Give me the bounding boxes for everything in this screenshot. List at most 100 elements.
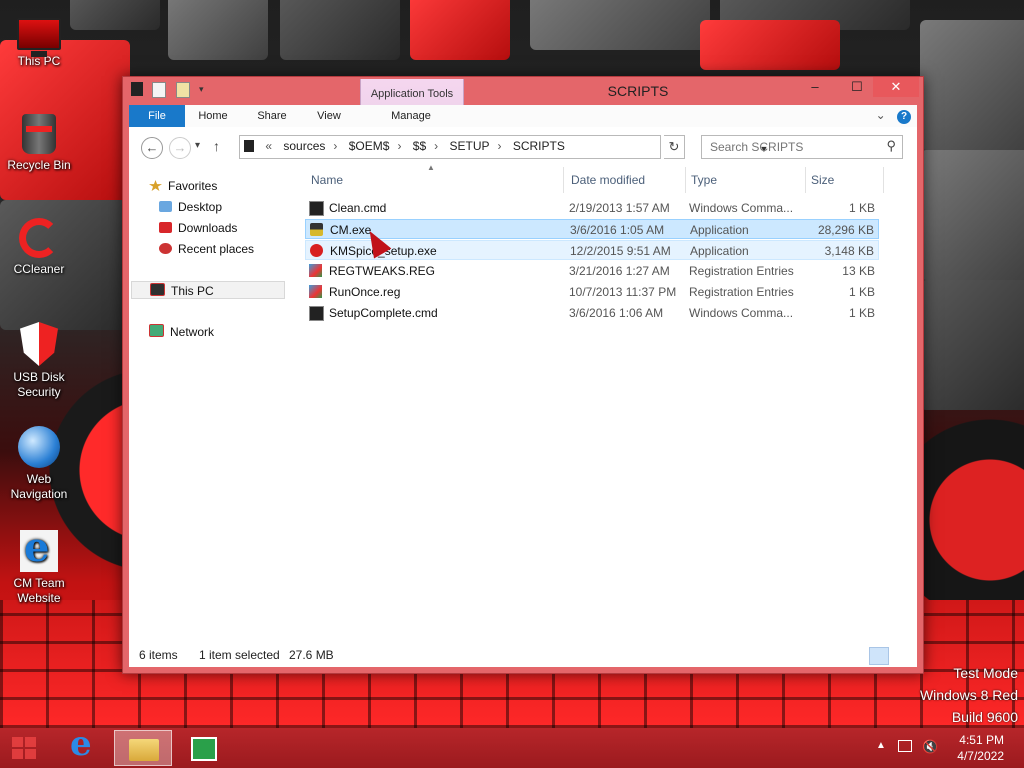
desktop-icon-recycle-bin[interactable]: Recycle Bin (4, 114, 74, 173)
file-row[interactable]: REGTWEAKS.REG 3/21/2016 1:27 AM Registra… (305, 261, 879, 281)
bg-cube (410, 0, 510, 60)
test-mode-watermark: Test Mode Windows 8 Red Build 9600 (920, 662, 1018, 728)
desktop-icon-cm-team-website[interactable]: CM Team Website (4, 524, 74, 606)
breadcrumb-item[interactable]: $OEM$ (349, 139, 390, 153)
file-row-selected[interactable]: CM.exe 3/6/2016 1:05 AM Application 28,2… (305, 219, 879, 239)
nav-favorites[interactable]: Favorites (149, 177, 217, 195)
close-button[interactable]: ✕ (873, 77, 919, 97)
desktop-icon-label: Web Navigation (10, 472, 68, 501)
details-view-icon[interactable] (869, 647, 889, 665)
column-divider[interactable] (685, 167, 686, 193)
breadcrumb-item[interactable]: SETUP (449, 139, 489, 153)
bg-cube (70, 0, 160, 30)
column-header-name[interactable]: Name (311, 169, 343, 191)
start-button[interactable] (4, 730, 44, 766)
title-bar[interactable]: ▾ Application Tools SCRIPTS – ☐ ✕ (123, 77, 923, 127)
large-icons-view-icon[interactable] (891, 647, 911, 665)
bg-cube (920, 150, 1024, 280)
breadcrumb-overflow[interactable]: « (265, 139, 272, 153)
desktop-icon-usb-disk-security[interactable]: USB Disk Security (4, 322, 74, 400)
volume-muted-icon[interactable]: 🔇 (922, 739, 938, 755)
ribbon-right-controls: ⌄ ? (876, 108, 911, 124)
desktop-icon-label: Recycle Bin (7, 158, 71, 172)
breadcrumb-item[interactable]: SCRIPTS (513, 139, 565, 153)
file-list: ▲ Name Date modified Type Size Clean.cmd… (299, 163, 909, 633)
show-hidden-icons-icon[interactable]: ▲ (876, 740, 886, 751)
tab-view[interactable]: View (307, 105, 351, 127)
tab-share[interactable]: Share (250, 105, 294, 127)
maximize-button[interactable]: ☐ (843, 77, 871, 97)
file-row[interactable]: RunOnce.reg 10/7/2013 11:37 PM Registrat… (305, 282, 879, 302)
column-header-size[interactable]: Size (811, 169, 834, 191)
column-divider[interactable] (563, 167, 564, 193)
help-icon[interactable]: ? (897, 110, 911, 124)
nav-label: Recent places (178, 242, 255, 256)
search-icon[interactable]: ⚲ (886, 138, 896, 154)
file-size: 1 KB (848, 306, 875, 320)
file-size: 1 KB (848, 285, 875, 299)
navigation-bar: ← → ▾ ↑ « sources › $OEM$ › $$ › SETUP › SCR… (129, 133, 917, 163)
nav-desktop[interactable]: Desktop (159, 198, 222, 216)
minimize-button[interactable]: – (801, 77, 829, 97)
column-divider[interactable] (805, 167, 806, 193)
taskbar-store-icon[interactable] (180, 730, 228, 766)
watermark-line: Build 9600 (951, 709, 1018, 725)
expand-ribbon-icon[interactable]: ⌄ (876, 108, 886, 122)
system-tray: ▲ 🔇 4:51 PM 4/7/2022 (864, 728, 1024, 768)
clock-time[interactable]: 4:51 PM (959, 733, 1004, 747)
file-row[interactable]: SetupComplete.cmd 3/6/2016 1:06 AM Windo… (305, 303, 879, 323)
bg-cube (280, 0, 400, 60)
breadcrumb-separator-icon: › (434, 139, 439, 153)
desktop-icon-web-navigation[interactable]: Web Navigation (4, 426, 74, 502)
tab-home[interactable]: Home (191, 105, 235, 127)
address-bar[interactable]: « sources › $OEM$ › $$ › SETUP › SCRIPTS ▼ (239, 135, 768, 159)
refresh-button[interactable]: ↻ (664, 135, 685, 159)
column-header-type[interactable]: Type (691, 169, 717, 191)
nav-network[interactable]: Network (149, 323, 214, 341)
breadcrumb: « sources › $OEM$ › $$ › SETUP › SCRIPTS (244, 139, 573, 153)
file-size: 13 KB (842, 264, 875, 278)
bg-cube (920, 20, 1024, 150)
downloads-folder-icon (159, 222, 172, 233)
this-pc-icon (17, 18, 61, 57)
file-name: REGTWEAKS.REG (329, 264, 436, 278)
tab-manage[interactable]: Manage (360, 105, 462, 127)
back-button[interactable]: ← (141, 137, 163, 159)
explorer-content: ← → ▾ ↑ « sources › $OEM$ › $$ › SETUP › SCR… (129, 127, 917, 667)
recent-locations-button[interactable]: ▾ (195, 140, 200, 151)
column-divider[interactable] (883, 167, 884, 193)
nav-downloads[interactable]: Downloads (159, 219, 237, 237)
file-row[interactable]: Clean.cmd 2/19/2013 1:57 AM Windows Comm… (305, 198, 879, 218)
tab-file[interactable]: File (129, 105, 185, 127)
breadcrumb-item[interactable]: $$ (413, 139, 426, 153)
bg-cube (530, 0, 710, 50)
up-button[interactable]: ↑ (213, 138, 220, 154)
file-size: 3,148 KB (824, 244, 874, 258)
explorer-window: ▾ Application Tools SCRIPTS – ☐ ✕ File H… (122, 76, 924, 674)
search-box[interactable]: ⚲ (701, 135, 903, 159)
nav-label: Network (170, 325, 215, 339)
file-name: RunOnce.reg (329, 285, 401, 299)
breadcrumb-separator-icon: › (333, 139, 338, 153)
desktop-icon-label: CM Team Website (13, 576, 65, 605)
forward-button[interactable]: → (169, 137, 191, 159)
selection-size: 27.6 MB (289, 648, 334, 662)
nav-recent-places[interactable]: Recent places (159, 240, 254, 258)
file-row-hover[interactable]: KMSpico_setup.exe 12/2/2015 9:51 AM Appl… (305, 240, 879, 260)
clock-date[interactable]: 4/7/2022 (957, 749, 1004, 763)
navigation-pane: Favorites Desktop Downloads Recent place… (129, 171, 289, 641)
taskbar-file-explorer-icon[interactable] (114, 730, 172, 766)
search-input[interactable] (708, 139, 872, 155)
file-type: Registration Entries (689, 285, 794, 299)
action-center-flag-icon[interactable] (898, 740, 912, 752)
nav-this-pc[interactable]: This PC (131, 281, 285, 299)
desktop-icon-ccleaner[interactable]: CCleaner (4, 218, 74, 277)
breadcrumb-item[interactable]: sources (283, 139, 325, 153)
column-header-date[interactable]: Date modified (571, 169, 645, 191)
bg-cube (700, 20, 840, 70)
taskbar-internet-explorer-icon[interactable] (58, 724, 106, 766)
sort-ascending-icon: ▲ (427, 163, 435, 172)
desktop-icon-this-pc[interactable]: This PC (4, 10, 74, 69)
desktop-icon-label: CCleaner (13, 262, 65, 276)
bg-cube (168, 0, 268, 60)
